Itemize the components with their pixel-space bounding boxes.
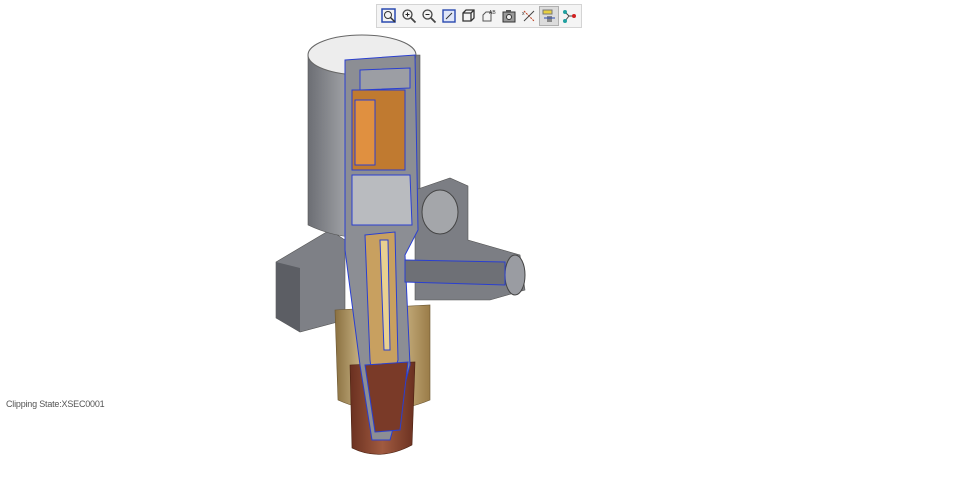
clipping-state-label: Clipping State:XSEC0001 [6,399,105,409]
cad-model-viewport[interactable] [0,0,960,490]
left-flange [275,229,346,333]
